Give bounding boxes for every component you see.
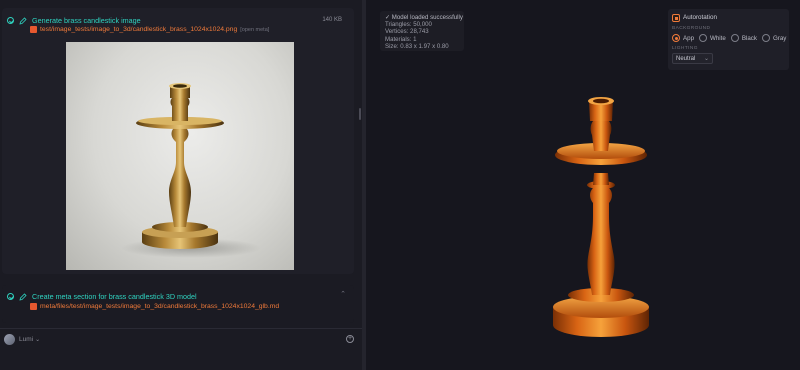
lighting-select[interactable]: Neutral ⌄: [672, 53, 713, 64]
task-card-image: Generate brass candlestick image 140 KB …: [2, 8, 354, 274]
model-size: Size: 0.83 x 1.97 x 0.80: [385, 42, 449, 50]
viewer-controls: Autorotation BACKGROUND App White Black …: [668, 9, 789, 70]
model-stats: ✓ Model loaded successfully Triangles: 5…: [380, 11, 464, 51]
pencil-icon[interactable]: [19, 16, 27, 25]
file-size: 140 KB: [322, 17, 342, 23]
radio-icon[interactable]: [730, 34, 739, 42]
autorotation-checkbox[interactable]: [672, 14, 680, 22]
status-text: ✓ Model loaded successfully: [385, 14, 463, 21]
radio-icon[interactable]: [761, 34, 770, 42]
generated-image-preview[interactable]: [66, 42, 294, 270]
background-options: App White Black Gray: [672, 34, 791, 42]
file-link[interactable]: test/image_tests/image_to_3d/candlestick…: [40, 26, 237, 33]
markdown-file-icon: [30, 303, 37, 310]
bg-option-black[interactable]: Black: [730, 34, 757, 42]
chevron-down-icon: ⌄: [703, 56, 709, 62]
add-attachment-icon[interactable]: +: [346, 335, 354, 343]
check-circle-icon: [7, 293, 14, 300]
lighting-heading: LIGHTING: [672, 46, 698, 51]
file-row: meta/files/test/image_tests/image_to_3d/…: [30, 303, 279, 310]
collapse-chevron-icon[interactable]: ⌃: [340, 290, 346, 298]
model-viewer[interactable]: ✓ Model loaded successfully Triangles: 5…: [366, 0, 800, 370]
file-row: test/image_tests/image_to_3d/candlestick…: [30, 26, 269, 33]
bg-option-gray[interactable]: Gray: [761, 34, 786, 42]
radio-icon[interactable]: [699, 34, 708, 42]
task-header: Generate brass candlestick image: [7, 16, 141, 25]
autorotation-label[interactable]: Autorotation: [683, 14, 717, 21]
candlestick-3d-model[interactable]: [526, 85, 676, 355]
task-title[interactable]: Create meta section for brass candlestic…: [32, 292, 197, 301]
chat-panel: Generate brass candlestick image 140 KB …: [0, 0, 362, 370]
background-heading: BACKGROUND: [672, 26, 711, 31]
bg-option-app[interactable]: App: [672, 34, 694, 42]
resize-handle[interactable]: [359, 108, 361, 120]
model-selector[interactable]: Lumi ⌄: [4, 334, 40, 345]
lighting-value: Neutral: [676, 55, 696, 62]
open-meta-link[interactable]: [open meta]: [240, 27, 269, 33]
image-file-icon: [30, 26, 37, 33]
check-circle-icon: [7, 17, 14, 24]
triangles-count: Triangles: 50,000: [385, 21, 432, 29]
composer: Lumi ⌄ +: [0, 328, 362, 370]
radio-selected-icon[interactable]: [672, 34, 680, 42]
bg-option-white[interactable]: White: [699, 34, 726, 42]
file-link[interactable]: meta/files/test/image_tests/image_to_3d/…: [40, 303, 279, 310]
avatar: [4, 334, 15, 345]
task-title[interactable]: Generate brass candlestick image: [32, 16, 141, 25]
user-name: Lumi: [19, 336, 34, 343]
candlestick-photo: [121, 83, 261, 258]
materials-count: Materials: 1: [385, 35, 417, 43]
task-card-meta: Create meta section for brass candlestic…: [2, 285, 354, 323]
vertices-count: Vertices: 28,743: [385, 28, 429, 36]
pencil-icon[interactable]: [19, 292, 27, 301]
task-header: Create meta section for brass candlestic…: [7, 292, 197, 301]
chevron-down-icon: ⌄: [35, 337, 41, 343]
